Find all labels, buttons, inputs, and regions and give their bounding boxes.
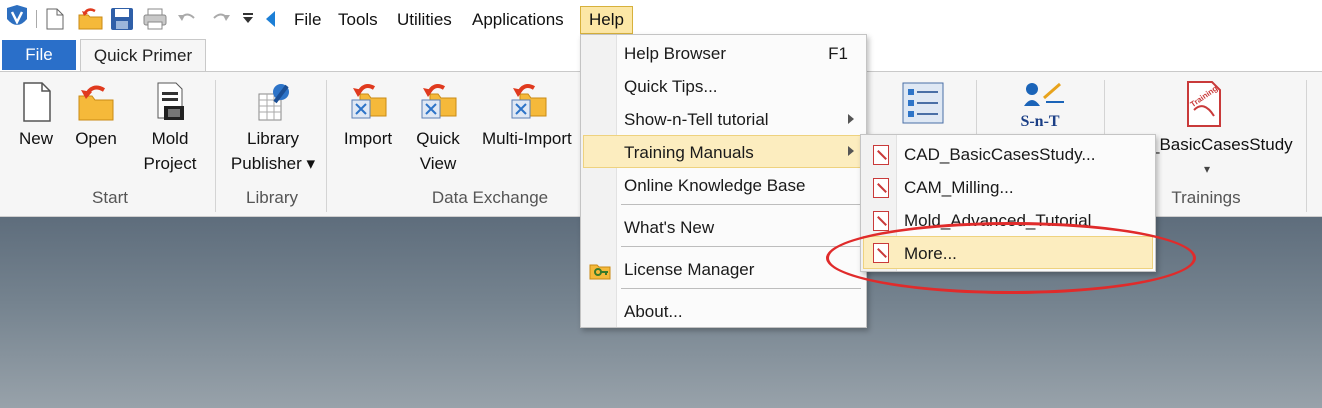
quick-view-label-2: View bbox=[419, 154, 457, 173]
new-button[interactable]: New bbox=[12, 80, 60, 151]
new-file-icon[interactable] bbox=[46, 8, 64, 30]
group-separator bbox=[1306, 80, 1307, 212]
training-case-label: _BasicCasesStudy bbox=[1150, 135, 1293, 154]
library-publisher-label-1: Library bbox=[247, 129, 299, 148]
menu-item-license-manager[interactable]: License Manager bbox=[583, 253, 864, 286]
toolbar-separator bbox=[36, 10, 37, 28]
quick-view-icon bbox=[421, 84, 457, 119]
pdf-icon bbox=[873, 145, 889, 165]
library-publisher-label-2: Publisher ▾ bbox=[230, 154, 316, 173]
help-browser-label: Help Browser bbox=[624, 44, 727, 63]
tab-quick-primer[interactable]: Quick Primer bbox=[80, 39, 206, 73]
show-n-tell-badge: S-n-T bbox=[1020, 113, 1060, 130]
quick-view-button[interactable]: Quick View bbox=[406, 80, 470, 176]
license-manager-label: License Manager bbox=[624, 260, 755, 279]
show-n-tell-button[interactable]: S-n-T bbox=[1010, 80, 1070, 130]
undo-icon[interactable] bbox=[177, 10, 197, 26]
open-label: Open bbox=[75, 129, 117, 148]
submenu-item-cad-basic[interactable]: CAD_BasicCasesStudy... bbox=[863, 138, 1153, 171]
open-folder-icon bbox=[78, 85, 114, 121]
menu-applications[interactable]: Applications bbox=[466, 7, 570, 33]
library-publisher-button[interactable]: Library Publisher ▾ bbox=[226, 80, 320, 176]
menu-separator bbox=[621, 246, 861, 247]
mold-project-button[interactable]: Mold Project bbox=[136, 80, 204, 176]
menu-item-online-knowledge-base[interactable]: Online Knowledge Base bbox=[583, 169, 864, 202]
open-folder-icon[interactable] bbox=[78, 7, 104, 31]
license-key-icon bbox=[589, 264, 611, 280]
group-label-data-exchange: Data Exchange bbox=[431, 188, 549, 207]
app-logo-icon[interactable] bbox=[4, 4, 30, 32]
cad-basic-label: CAD_BasicCasesStudy... bbox=[904, 145, 1096, 164]
menu-item-show-n-tell[interactable]: Show-n-Tell tutorial bbox=[583, 103, 864, 136]
help-browser-shortcut: F1 bbox=[828, 44, 848, 63]
open-button[interactable]: Open bbox=[68, 80, 124, 151]
mold-project-label-1: Mold bbox=[151, 129, 189, 148]
mold-project-icon bbox=[157, 82, 184, 120]
menu-separator bbox=[621, 204, 861, 205]
training-pdf-button[interactable]: Training bbox=[1184, 80, 1224, 128]
list-document-icon[interactable] bbox=[900, 80, 946, 126]
submenu-item-cam-milling[interactable]: CAM_Milling... bbox=[863, 171, 1153, 204]
presenter-icon bbox=[1024, 82, 1064, 106]
menu-item-about[interactable]: About... bbox=[583, 295, 864, 328]
show-n-tell-label: Show-n-Tell tutorial bbox=[624, 110, 769, 129]
quick-view-label-1: Quick bbox=[416, 129, 460, 148]
training-dropdown-icon: ▾ bbox=[1203, 162, 1211, 176]
menu-item-help-browser[interactable]: Help Browser F1 bbox=[583, 37, 864, 70]
new-label: New bbox=[18, 129, 53, 148]
training-case-button[interactable]: _BasicCasesStudy ▾ bbox=[1150, 132, 1300, 182]
print-icon[interactable] bbox=[143, 8, 167, 30]
menu-item-whats-new[interactable]: What's New bbox=[583, 211, 864, 244]
pdf-icon bbox=[873, 178, 889, 198]
help-menu: Help Browser F1 Quick Tips... Show-n-Tel… bbox=[580, 34, 867, 328]
cam-milling-label: CAM_Milling... bbox=[904, 178, 1014, 197]
group-separator bbox=[215, 80, 216, 212]
multi-import-button[interactable]: Multi-Import bbox=[478, 80, 582, 151]
new-file-icon bbox=[23, 82, 51, 122]
quick-access-toolbar: File Tools Utilities Applications Help bbox=[0, 0, 1322, 38]
group-label-library: Library bbox=[246, 188, 298, 207]
submenu-arrow-icon bbox=[848, 146, 854, 156]
save-icon[interactable] bbox=[110, 7, 134, 31]
mold-project-label-2: Project bbox=[143, 154, 197, 173]
customize-dropdown-icon[interactable] bbox=[241, 12, 255, 24]
tab-file[interactable]: File bbox=[2, 40, 76, 70]
group-separator bbox=[326, 80, 327, 212]
menu-item-training-manuals[interactable]: Training Manuals bbox=[583, 135, 864, 168]
submenu-arrow-icon bbox=[848, 114, 854, 124]
menu-utilities[interactable]: Utilities bbox=[391, 7, 458, 33]
group-label-start: Start bbox=[92, 188, 128, 207]
menu-tools[interactable]: Tools bbox=[332, 7, 384, 33]
annotation-highlight-oval bbox=[826, 222, 1196, 294]
collapse-arrow-icon[interactable] bbox=[264, 10, 276, 28]
group-label-trainings: Trainings bbox=[1171, 188, 1241, 207]
menu-separator bbox=[621, 288, 861, 289]
pdf-icon bbox=[873, 211, 889, 231]
menu-item-quick-tips[interactable]: Quick Tips... bbox=[583, 70, 864, 103]
training-manuals-label: Training Manuals bbox=[624, 143, 754, 162]
import-button[interactable]: Import bbox=[336, 80, 400, 151]
redo-icon[interactable] bbox=[211, 10, 231, 26]
library-publisher-icon bbox=[258, 84, 289, 121]
menu-file[interactable]: File bbox=[288, 7, 327, 33]
import-label: Import bbox=[343, 129, 393, 148]
multi-import-icon bbox=[511, 84, 547, 119]
menu-help[interactable]: Help bbox=[580, 6, 633, 34]
multi-import-label: Multi-Import bbox=[482, 129, 572, 148]
import-icon bbox=[351, 84, 387, 119]
